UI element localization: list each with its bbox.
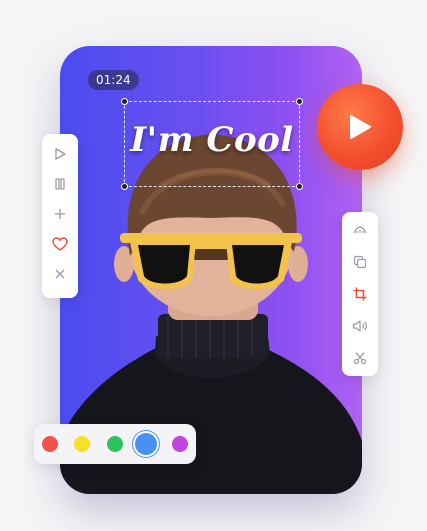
tool-close[interactable] xyxy=(42,262,78,286)
tool-cut[interactable] xyxy=(342,346,378,370)
close-icon xyxy=(55,269,65,279)
tool-add[interactable] xyxy=(42,202,78,226)
color-swatch[interactable] xyxy=(107,436,123,452)
play-icon xyxy=(55,148,66,160)
tool-volume[interactable] xyxy=(342,314,378,338)
crop-icon xyxy=(353,287,367,301)
color-swatch[interactable] xyxy=(172,436,188,452)
timestamp-badge: 01:24 xyxy=(88,70,139,90)
scissors-icon xyxy=(353,352,367,365)
overlay-text[interactable]: I'm Cool xyxy=(125,120,299,160)
color-swatch[interactable] xyxy=(135,433,157,455)
play-button[interactable] xyxy=(317,84,403,170)
copy-icon xyxy=(353,255,367,269)
left-toolbar xyxy=(42,134,78,298)
tool-crop[interactable] xyxy=(342,282,378,306)
pause-icon xyxy=(55,178,65,190)
resize-handle-bottom-right[interactable] xyxy=(296,183,303,190)
effects-icon xyxy=(353,226,367,234)
resize-handle-bottom-left[interactable] xyxy=(121,183,128,190)
heart-icon xyxy=(52,237,68,251)
right-toolbar xyxy=(342,212,378,376)
editor-canvas: 01:24 I'm Cool xyxy=(0,0,427,531)
plus-icon xyxy=(55,209,65,219)
color-swatch[interactable] xyxy=(42,436,58,452)
play-icon xyxy=(350,115,371,139)
color-palette xyxy=(34,424,196,464)
tool-like[interactable] xyxy=(42,232,78,256)
resize-handle-top-right[interactable] xyxy=(296,98,303,105)
text-overlay-selection[interactable]: I'm Cool xyxy=(121,98,303,190)
resize-handle-top-left[interactable] xyxy=(121,98,128,105)
tool-duplicate[interactable] xyxy=(342,250,378,274)
color-swatch[interactable] xyxy=(74,436,90,452)
volume-icon xyxy=(352,320,367,332)
tool-pause[interactable] xyxy=(42,172,78,196)
tool-play[interactable] xyxy=(42,142,78,166)
tool-effects[interactable] xyxy=(342,218,378,242)
